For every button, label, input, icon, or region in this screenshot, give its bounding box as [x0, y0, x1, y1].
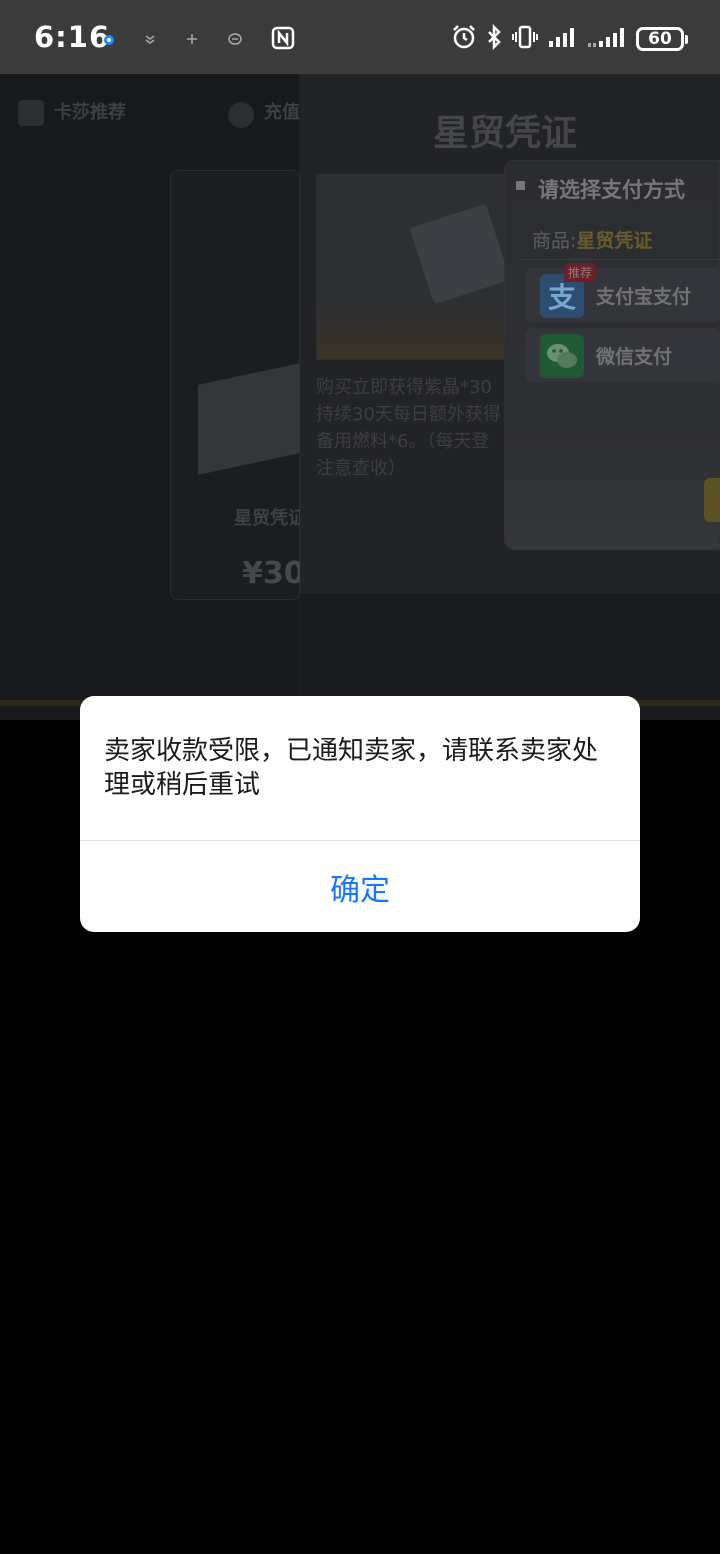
wechat-pay-label: 微信支付	[596, 346, 673, 368]
bluetooth-icon	[486, 23, 502, 54]
alipay-label: 支付宝支付	[596, 286, 692, 308]
payment-goods-line: 商品:星贸凭证	[532, 226, 652, 253]
status-system-icons: 60	[451, 23, 688, 54]
wechat-pay-option[interactable]: 微信支付	[526, 328, 720, 382]
status-time: 6:16	[34, 20, 111, 54]
voice-icon	[185, 31, 199, 50]
nav-item-recharge[interactable]: 充值	[264, 98, 300, 124]
product-card-name: 星贸凭证	[234, 508, 306, 529]
game-background: 卡莎推荐 充值 星贸凭证 ¥30 星贸凭证 购买立即获得紫晶*30 持续30天每…	[0, 74, 720, 720]
wechat-icon	[540, 334, 584, 378]
payment-title-bullet	[516, 181, 525, 190]
app-notification-icon	[103, 31, 115, 50]
download-icon	[143, 31, 157, 50]
recharge-nav-icon	[228, 102, 254, 128]
alarm-icon	[451, 24, 477, 54]
nfc-icon	[271, 26, 295, 54]
alert-dialog: 卖家收款受限，已通知卖家，请联系卖家处理或稍后重试 确定	[80, 696, 640, 932]
panel-edge-tab[interactable]	[704, 478, 720, 522]
dialog-message: 卖家收款受限，已通知卖家，请联系卖家处理或稍后重试	[104, 736, 599, 800]
status-notification-icons	[103, 26, 295, 54]
battery-icon: 60	[636, 27, 688, 51]
recommend-badge: 推荐	[564, 263, 597, 282]
alipay-option[interactable]: 支 推荐 支付宝支付	[526, 263, 720, 322]
vibrate-icon	[511, 24, 539, 54]
product-description: 购买立即获得紫晶*30 持续30天每日额外获得 备用燃料*6。（每天登 注意查收…	[316, 377, 501, 479]
status-bar: 6:16 60	[0, 0, 720, 74]
confirm-button[interactable]: 确定	[80, 841, 640, 932]
payment-divider	[520, 259, 720, 260]
nav-item-recommend[interactable]: 卡莎推荐	[54, 98, 126, 124]
signal-icon	[548, 25, 578, 53]
payment-goods-label: 商品:	[532, 230, 577, 252]
payment-goods-name: 星贸凭证	[576, 230, 653, 252]
message-icon	[227, 31, 243, 50]
signal-icon-2	[587, 25, 627, 53]
recommend-nav-icon	[18, 100, 44, 126]
product-card-price: ¥30	[242, 556, 305, 591]
payment-panel-title: 请选择支付方式	[538, 178, 685, 202]
product-detail-title: 星贸凭证	[432, 113, 577, 154]
